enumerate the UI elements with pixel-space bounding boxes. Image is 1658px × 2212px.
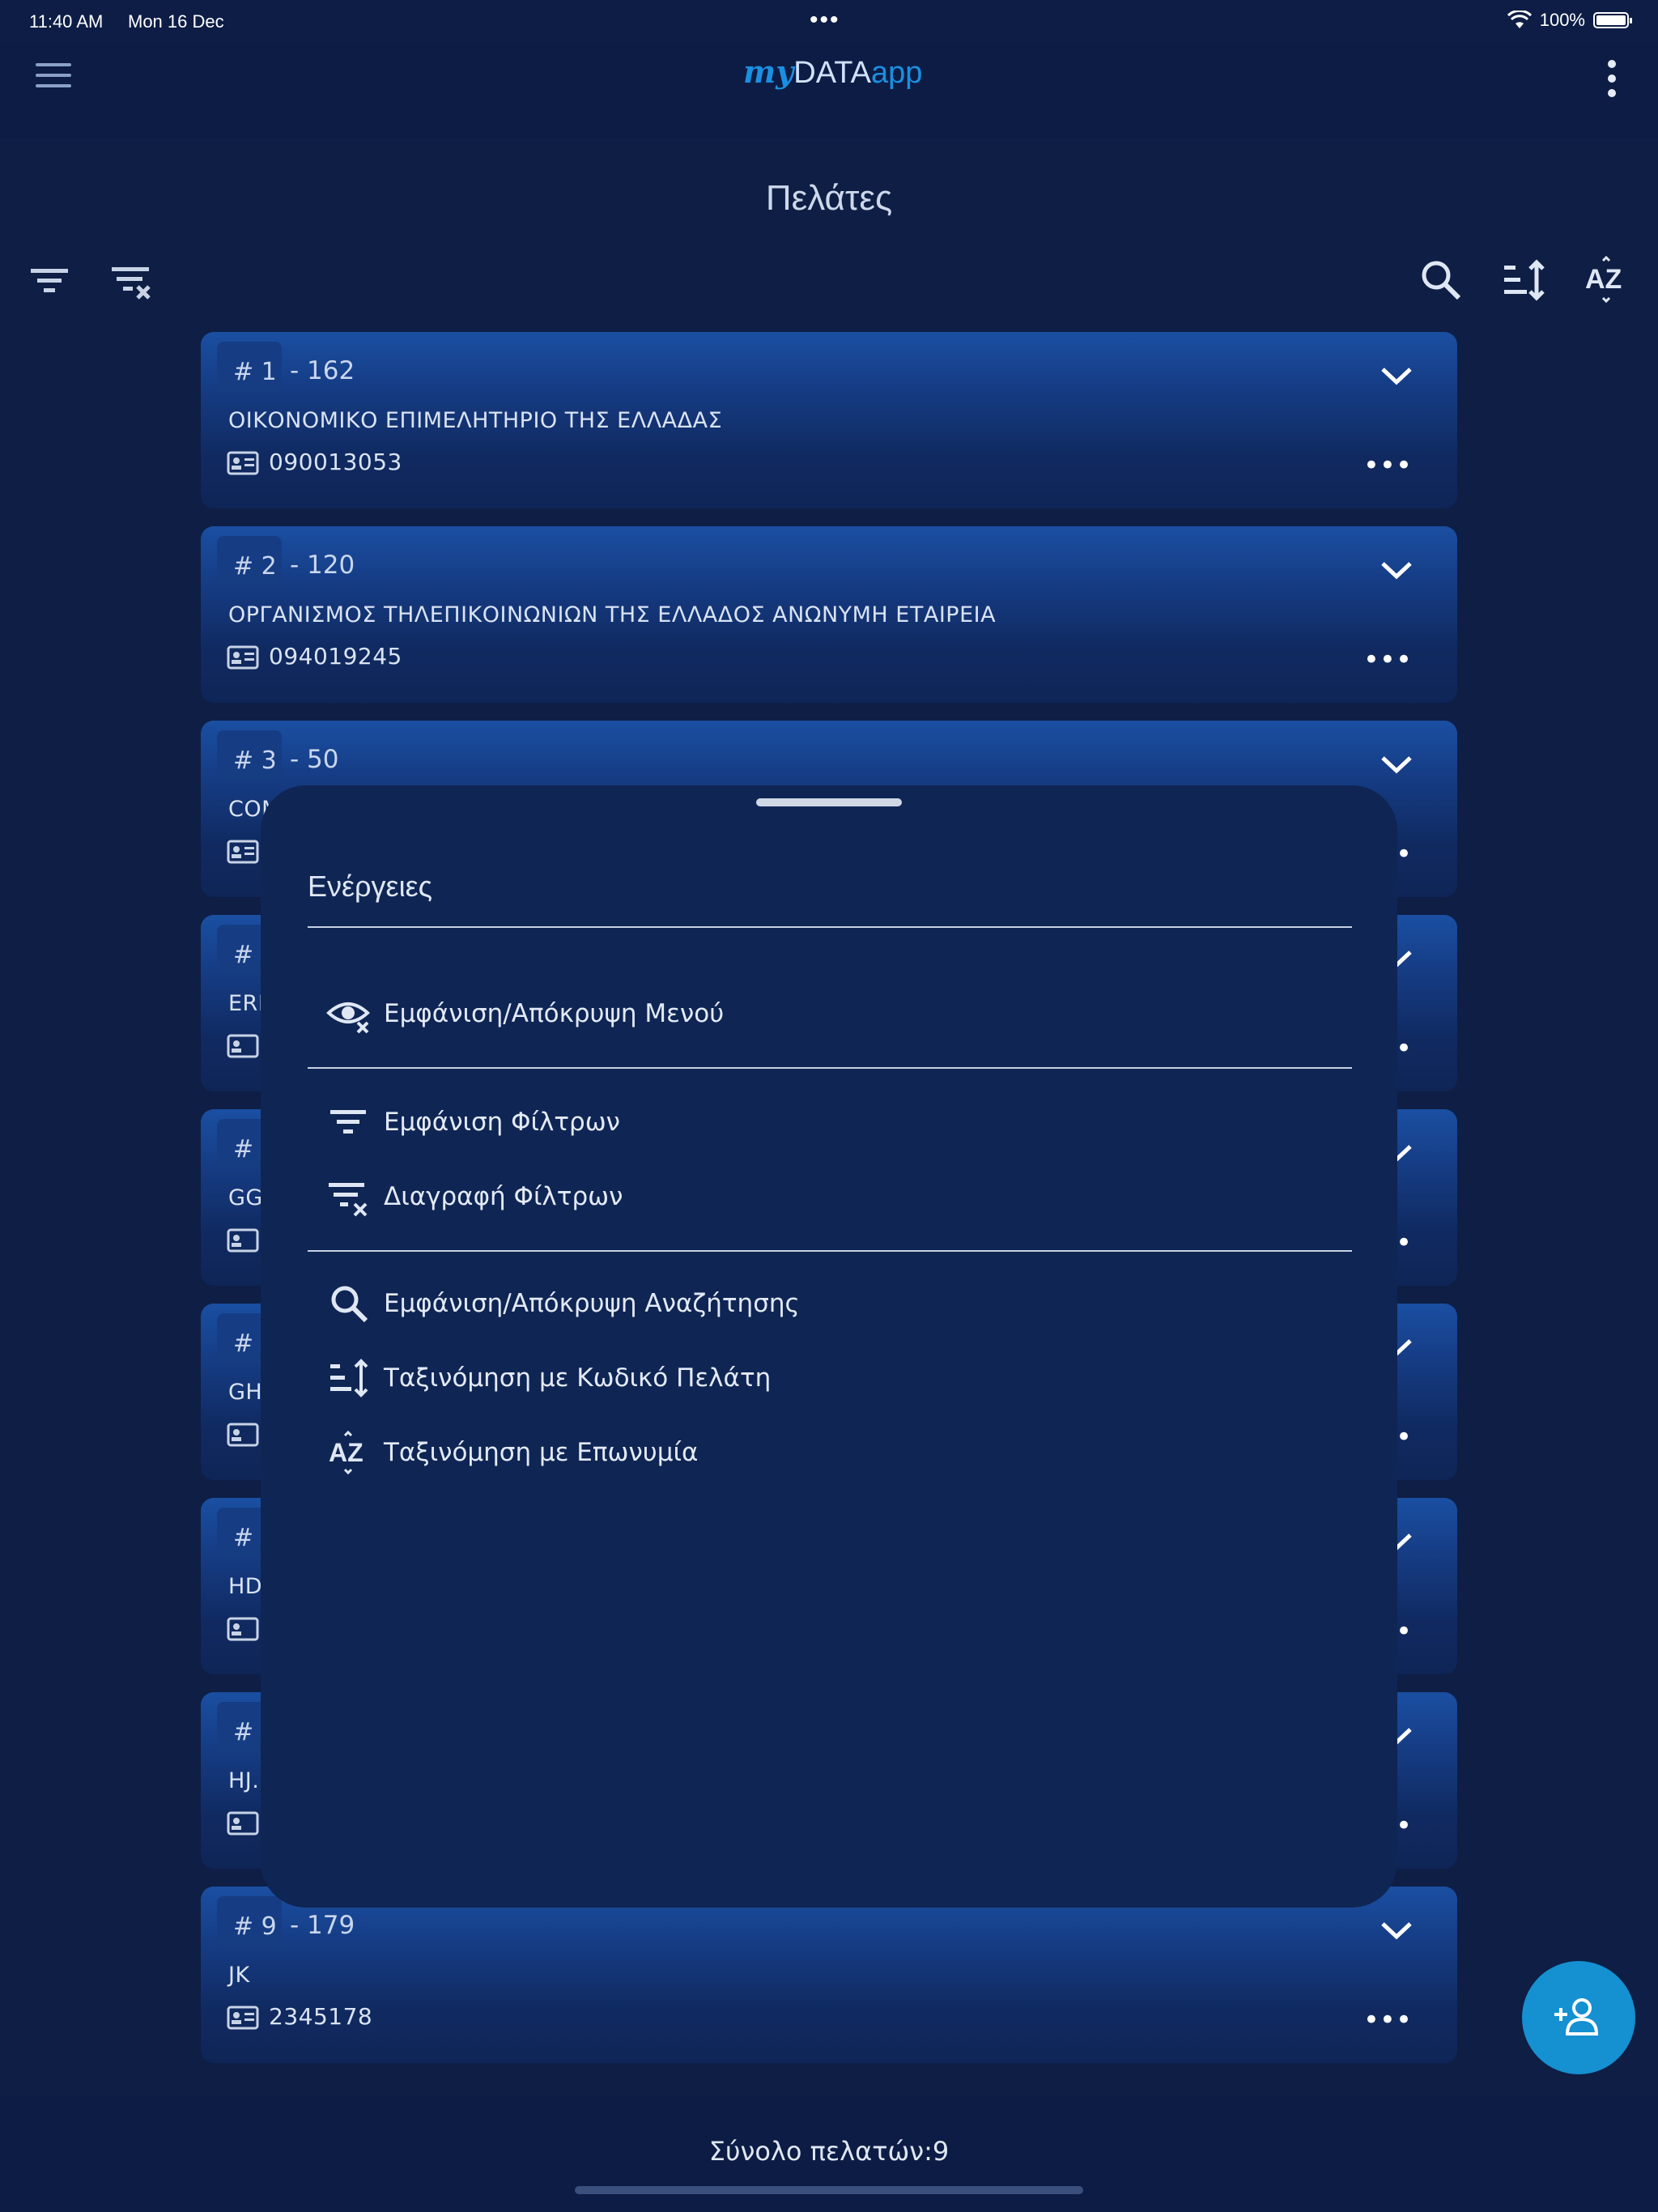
search-icon[interactable] (1417, 256, 1465, 304)
sheet-drag-handle[interactable] (756, 798, 902, 806)
app-logo: myDATAapp (743, 53, 922, 91)
id-card-icon (227, 1423, 259, 1447)
customer-index: # 3 (217, 730, 282, 782)
divider (308, 1250, 1352, 1252)
customer-name: ΟΡΓΑΝΙΣΜΟΣ ΤΗΛΕΠΙΚΟΙΝΩΝΙΩΝ ΤΗΣ ΕΛΛΑΔΟΣ Α… (228, 602, 997, 627)
logo-data: DATA (793, 56, 872, 90)
customer-total: Σύνολο πελατών:9 (708, 2136, 950, 2167)
action-label: Ταξινόμηση με Επωνυμία (384, 1438, 699, 1467)
id-card-icon (227, 840, 259, 864)
customer-name: ERI (228, 991, 266, 1016)
add-customer-button[interactable] (1522, 1961, 1635, 2074)
action-label: Εμφάνιση Φίλτρων (384, 1108, 621, 1137)
customer-code: - 179 (290, 1911, 355, 1940)
action-label: Εμφάνιση/Απόκρυψη Αναζήτησης (384, 1289, 800, 1318)
customer-name: ΟΙΚΟΝΟΜΙΚΟ ΕΠΙΜΕΛΗΤΗΡΙΟ ΤΗΣ ΕΛΛΑΔΑΣ (228, 408, 723, 433)
actions-sheet: Ενέργειες Εμφάνιση/Απόκρυψη Μενού Εμφάνι… (261, 785, 1397, 1908)
action-toggle-search[interactable]: Εμφάνιση/Απόκρυψη Αναζήτησης (325, 1279, 800, 1328)
action-clear-filters[interactable]: Διαγραφή Φίλτρων (325, 1172, 623, 1221)
clear-filter-icon[interactable] (108, 256, 157, 304)
action-sort-by-code[interactable]: Ταξινόμηση με Κωδικό Πελάτη (325, 1354, 771, 1402)
customer-card[interactable]: # 9 - 179 JK 2345178 ••• (201, 1887, 1457, 2063)
filter-icon[interactable] (26, 256, 74, 304)
id-card-icon (227, 2006, 259, 2030)
more-options-icon[interactable] (1608, 60, 1618, 100)
chevron-down-icon[interactable] (1378, 753, 1415, 777)
logo-app: app (871, 56, 923, 90)
sort-by-code-icon (330, 1359, 368, 1397)
filter-icon (330, 1110, 366, 1134)
eye-off-icon (326, 1002, 370, 1034)
customer-index: # 2 (217, 536, 282, 588)
id-card-icon (227, 1034, 259, 1058)
battery-percent: 100% (1539, 10, 1585, 30)
action-toggle-menu[interactable]: Εμφάνιση/Απόκρυψη Μενού (325, 989, 724, 1038)
customer-name: HD (228, 1574, 263, 1599)
customer-vat: 094019245 (269, 643, 402, 670)
divider (308, 926, 1352, 928)
home-indicator[interactable] (575, 2186, 1083, 2194)
customer-name: HJ. (228, 1768, 260, 1793)
customer-index: # 9 (217, 1896, 282, 1948)
id-card-icon (227, 645, 259, 670)
add-person-icon (1554, 1998, 1599, 2035)
divider (308, 1067, 1352, 1069)
customer-name: JK (228, 1963, 250, 1988)
battery-icon (1593, 12, 1632, 28)
id-card-icon (227, 451, 259, 475)
chevron-down-icon[interactable] (1378, 364, 1415, 389)
sheet-title: Ενέργειες (308, 870, 432, 903)
action-label: Εμφάνιση/Απόκρυψη Μενού (384, 999, 725, 1028)
id-card-icon (227, 1811, 259, 1836)
status-date: Mon 16 Dec (128, 11, 224, 32)
customer-index: # 1 (217, 342, 282, 393)
logo-my: my (743, 53, 794, 90)
id-card-icon (227, 1228, 259, 1253)
status-right: 100% (1507, 10, 1632, 31)
id-card-icon (227, 1617, 259, 1641)
hamburger-menu-icon[interactable] (36, 63, 71, 96)
customer-card[interactable]: # 2 - 120 ΟΡΓΑΝΙΣΜΟΣ ΤΗΛΕΠΙΚΟΙΝΩΝΙΩΝ ΤΗΣ… (201, 526, 1457, 703)
action-label: Διαγραφή Φίλτρων (384, 1182, 623, 1211)
status-bar: 11:40 AM Mon 16 Dec ••• 100% (0, 0, 1658, 42)
more-horizontal-icon[interactable]: ••• (1363, 452, 1412, 479)
customer-name: GH (228, 1380, 263, 1405)
sort-az-icon[interactable]: AZ (1582, 255, 1630, 304)
more-horizontal-icon[interactable]: ••• (1363, 646, 1412, 674)
customer-card[interactable]: # 1 - 162 ΟΙΚΟΝΟΜΙΚΟ ΕΠΙΜΕΛΗΤΗΡΙΟ ΤΗΣ ΕΛ… (201, 332, 1457, 508)
customer-code: - 120 (290, 551, 355, 580)
multitasking-dots[interactable]: ••• (810, 6, 840, 34)
svg-text:AZ: AZ (329, 1438, 363, 1467)
page-title: Πελάτες (765, 178, 893, 218)
chevron-down-icon[interactable] (1378, 559, 1415, 583)
action-sort-by-name[interactable]: AZ Ταξινόμηση με Επωνυμία (325, 1428, 698, 1477)
customer-vat: 090013053 (269, 449, 402, 475)
sort-by-code-icon[interactable] (1499, 256, 1548, 304)
customer-vat: 2345178 (269, 2003, 373, 2030)
footer: Σύνολο πελατών:9 (0, 2095, 1658, 2212)
customer-code: - 50 (290, 745, 339, 774)
status-time: 11:40 AM (29, 11, 104, 32)
action-label: Ταξινόμηση με Κωδικό Πελάτη (384, 1363, 772, 1393)
chevron-down-icon[interactable] (1378, 1919, 1415, 1943)
action-show-filters[interactable]: Εμφάνιση Φίλτρων (325, 1098, 620, 1146)
more-horizontal-icon[interactable]: ••• (1363, 2006, 1412, 2034)
svg-text:AZ: AZ (1585, 264, 1622, 295)
wifi-icon (1507, 11, 1532, 28)
customer-name: GG (228, 1185, 263, 1210)
clear-filter-icon (329, 1183, 368, 1217)
app-bar: myDATAapp (0, 42, 1658, 139)
customer-code: - 162 (290, 356, 355, 385)
sort-az-icon: AZ (329, 1430, 363, 1475)
search-icon (331, 1286, 368, 1323)
